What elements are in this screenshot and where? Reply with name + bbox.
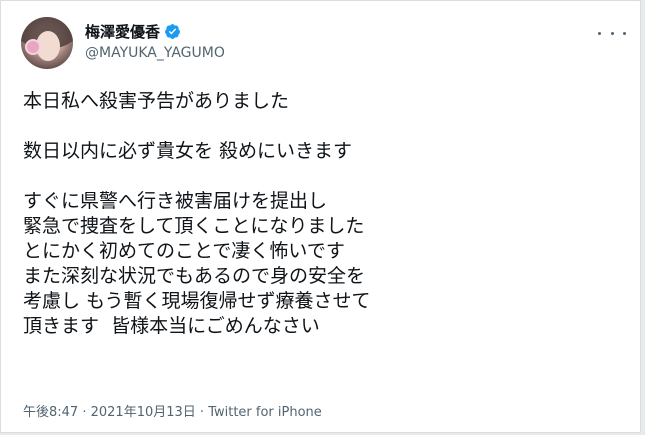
dot	[623, 31, 626, 35]
tweet-line: 本日私へ殺害予告がありました	[23, 90, 290, 112]
tweet-line: とにかく初めてのことで凄く怖いです	[23, 240, 345, 262]
user-handle[interactable]: @MAYUKA_YAGUMO	[85, 45, 225, 61]
more-dots-icon[interactable]	[598, 23, 626, 43]
verified-badge-icon	[165, 24, 180, 39]
tweet-line: 考慮し もう暫く現場復帰せず療養させて	[23, 290, 371, 312]
meta-separator: ·	[195, 405, 209, 420]
tweet-line	[23, 114, 623, 139]
tweet-source[interactable]: Twitter for iPhone	[208, 405, 322, 420]
tweet-line: すぐに県警へ行き被害届けを提出し	[23, 190, 328, 212]
tweet-time[interactable]: 午後8:47	[23, 405, 78, 420]
display-name-text: 梅澤愛優香	[85, 23, 161, 41]
dot	[598, 31, 601, 35]
dot	[610, 31, 614, 35]
display-name[interactable]: 梅澤愛優香	[85, 21, 181, 42]
tweet-text: 本日私へ殺害予告がありました 数日以内に必ず貴女を 殺めにいきます すぐに県警へ…	[23, 89, 623, 339]
avatar[interactable]	[21, 17, 73, 69]
tweet-line	[23, 164, 623, 189]
tweet-date[interactable]: 2021年10月13日	[91, 405, 196, 420]
tweet-line: また深刻な状況でもあるので身の安全を	[23, 265, 366, 287]
avatar-flower	[27, 41, 39, 53]
tweet-line: 数日以内に必ず貴女を 殺めにいきます	[23, 140, 353, 162]
tweet-card: 梅澤愛優香 @MAYUKA_YAGUMO 本日私へ殺害予告がありました 数日以内…	[0, 0, 641, 433]
tweet-meta: 午後8:47 · 2021年10月13日 · Twitter for iPhon…	[23, 401, 322, 420]
tweet-line: 頂きます 皆様本当にごめんなさい	[23, 315, 320, 337]
meta-separator: ·	[78, 405, 91, 420]
avatar-face	[36, 31, 60, 61]
tweet-line: 緊急で捜査をして頂くことになりました	[23, 215, 365, 237]
